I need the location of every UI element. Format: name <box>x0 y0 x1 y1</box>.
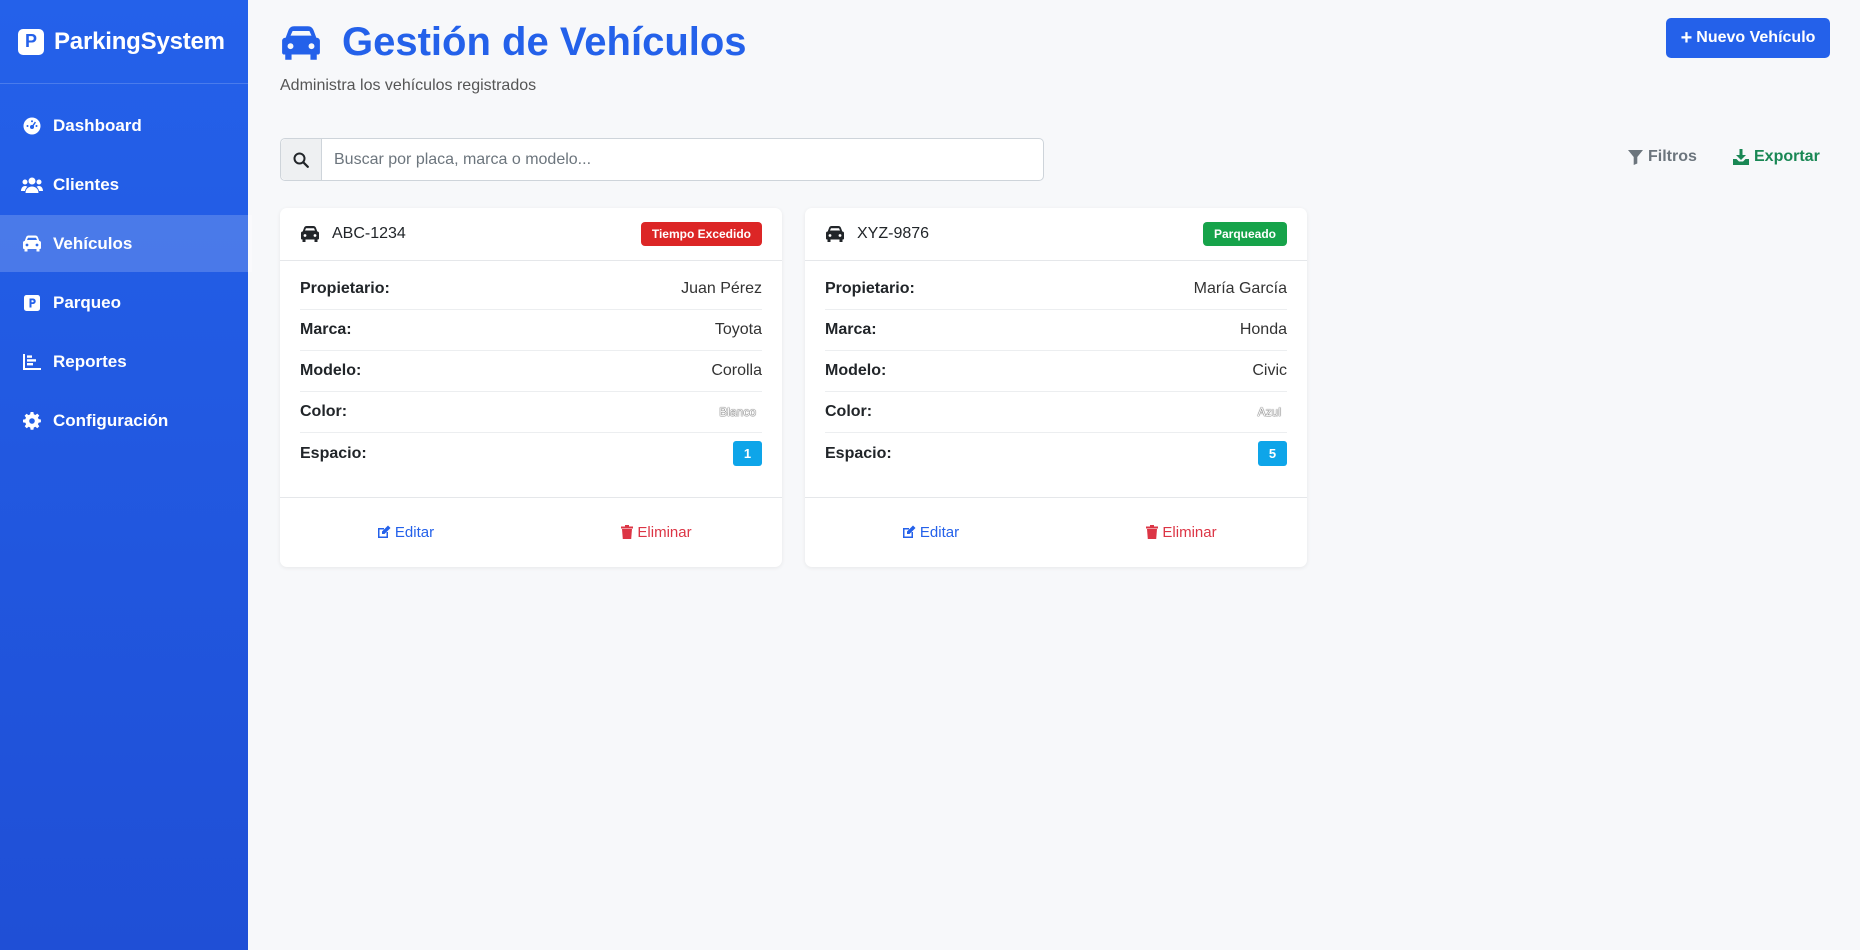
car-icon <box>301 226 319 242</box>
delete-label: Eliminar <box>637 523 692 541</box>
model-value: Civic <box>1252 362 1287 379</box>
edit-icon <box>377 525 391 538</box>
vehicle-card-header: XYZ-9876 Parqueado <box>805 208 1307 261</box>
sidebar-item-label: Parqueo <box>53 292 122 312</box>
sidebar-nav: Dashboard Clientes Vehículos Parqueo Rep… <box>0 84 252 449</box>
export-button[interactable]: Exportar <box>1733 148 1820 166</box>
filter-icon <box>1628 149 1643 165</box>
search-icon <box>281 139 322 180</box>
car-icon <box>21 234 43 254</box>
space-badge: 5 <box>1258 441 1287 466</box>
detail-row-brand: Marca: Toyota <box>300 310 762 351</box>
vehicle-card: XYZ-9876 Parqueado Propietario: María Ga… <box>805 208 1307 567</box>
sidebar-item-clientes[interactable]: Clientes <box>0 156 248 213</box>
brand-value: Toyota <box>714 321 762 338</box>
model-value: Corolla <box>711 362 762 379</box>
vehicle-card-footer: Editar Eliminar <box>280 498 782 566</box>
owner-value: María García <box>1193 280 1287 297</box>
brand-value: Honda <box>1239 321 1287 338</box>
vehicle-card-header: ABC-1234 Tiempo Excedido <box>280 208 782 261</box>
detail-row-brand: Marca: Honda <box>825 310 1287 351</box>
status-badge: Parqueado <box>1202 222 1287 246</box>
edit-label: Editar <box>394 523 435 541</box>
sidebar-item-label: Clientes <box>53 174 120 194</box>
vehicle-plate: ABC-1234 <box>332 225 406 242</box>
sidebar-item-label: Reportes <box>53 351 127 371</box>
delete-button[interactable]: Eliminar <box>1056 524 1307 541</box>
trash-icon <box>1146 525 1159 539</box>
main-content: Gestión de Vehículos Administra los vehí… <box>280 0 1830 950</box>
car-icon <box>826 226 844 242</box>
delete-label: Eliminar <box>1162 523 1217 541</box>
color-label: Color: <box>300 403 348 420</box>
page-title: Gestión de Vehículos <box>280 20 747 65</box>
edit-icon <box>902 525 916 538</box>
detail-row-space: Espacio: 5 <box>825 433 1287 474</box>
sidebar: P ParkingSystem Dashboard Clientes Vehíc… <box>0 0 252 950</box>
plus-icon: + <box>1680 26 1693 49</box>
space-badge: 1 <box>733 441 762 466</box>
detail-row-space: Espacio: 1 <box>300 433 762 474</box>
detail-row-model: Modelo: Corolla <box>300 351 762 392</box>
vehicle-card-body: Propietario: Juan Pérez Marca: Toyota Mo… <box>280 261 782 498</box>
chart-icon <box>21 352 43 372</box>
page-title-text: Gestión de Vehículos <box>342 20 747 64</box>
sidebar-item-label: Dashboard <box>53 115 142 135</box>
space-label: Espacio: <box>825 444 892 462</box>
export-label: Exportar <box>1754 148 1820 165</box>
parking-logo-icon: P <box>18 28 44 55</box>
gear-icon <box>21 411 43 431</box>
brand-label: Marca: <box>825 321 877 338</box>
brand-name: ParkingSystem <box>54 27 225 55</box>
sidebar-item-vehiculos[interactable]: Vehículos <box>0 215 252 272</box>
detail-row-color: Color: Azul <box>825 392 1287 433</box>
sidebar-item-configuracion[interactable]: Configuración <box>0 392 248 449</box>
model-label: Modelo: <box>825 362 887 379</box>
sidebar-item-parqueo[interactable]: Parqueo <box>0 274 248 331</box>
sidebar-item-label: Configuración <box>53 410 169 430</box>
brand[interactable]: P ParkingSystem <box>0 0 248 84</box>
space-label: Espacio: <box>300 444 367 462</box>
detail-row-owner: Propietario: Juan Pérez <box>300 269 762 310</box>
dashboard-icon <box>21 116 43 136</box>
vehicle-plate: XYZ-9876 <box>857 225 930 242</box>
sidebar-item-label: Vehículos <box>53 233 133 253</box>
trash-icon <box>621 525 634 539</box>
search-input[interactable] <box>322 139 1043 180</box>
detail-row-model: Modelo: Civic <box>825 351 1287 392</box>
car-icon <box>280 24 322 62</box>
detail-row-color: Color: Blanco <box>300 392 762 433</box>
edit-button[interactable]: Editar <box>805 524 1056 541</box>
color-value: Azul <box>1257 405 1281 419</box>
model-label: Modelo: <box>300 362 362 379</box>
page-subtitle: Administra los vehículos registrados <box>280 77 537 94</box>
owner-label: Propietario: <box>825 280 915 297</box>
owner-value: Juan Pérez <box>681 280 762 297</box>
owner-label: Propietario: <box>300 280 390 297</box>
delete-button[interactable]: Eliminar <box>531 524 782 541</box>
users-icon <box>21 175 43 195</box>
detail-row-owner: Propietario: María García <box>825 269 1287 310</box>
download-icon <box>1733 149 1749 165</box>
vehicle-card: ABC-1234 Tiempo Excedido Propietario: Ju… <box>280 208 782 567</box>
color-value: Blanco <box>719 405 756 419</box>
new-vehicle-button[interactable]: + Nuevo Vehículo <box>1666 18 1830 58</box>
filters-button[interactable]: Filtros <box>1628 148 1697 166</box>
color-label: Color: <box>825 403 873 420</box>
status-badge: Tiempo Excedido <box>640 222 762 246</box>
brand-label: Marca: <box>300 321 352 338</box>
vehicle-card-body: Propietario: María García Marca: Honda M… <box>805 261 1307 498</box>
filters-label: Filtros <box>1648 148 1697 165</box>
new-vehicle-button-label: Nuevo Vehículo <box>1696 29 1816 46</box>
edit-label: Editar <box>919 523 960 541</box>
sidebar-item-reportes[interactable]: Reportes <box>0 333 248 390</box>
sidebar-item-dashboard[interactable]: Dashboard <box>0 97 248 154</box>
parking-icon <box>21 293 43 313</box>
vehicle-card-footer: Editar Eliminar <box>805 498 1307 566</box>
edit-button[interactable]: Editar <box>280 524 531 541</box>
search-bar <box>280 138 1044 181</box>
